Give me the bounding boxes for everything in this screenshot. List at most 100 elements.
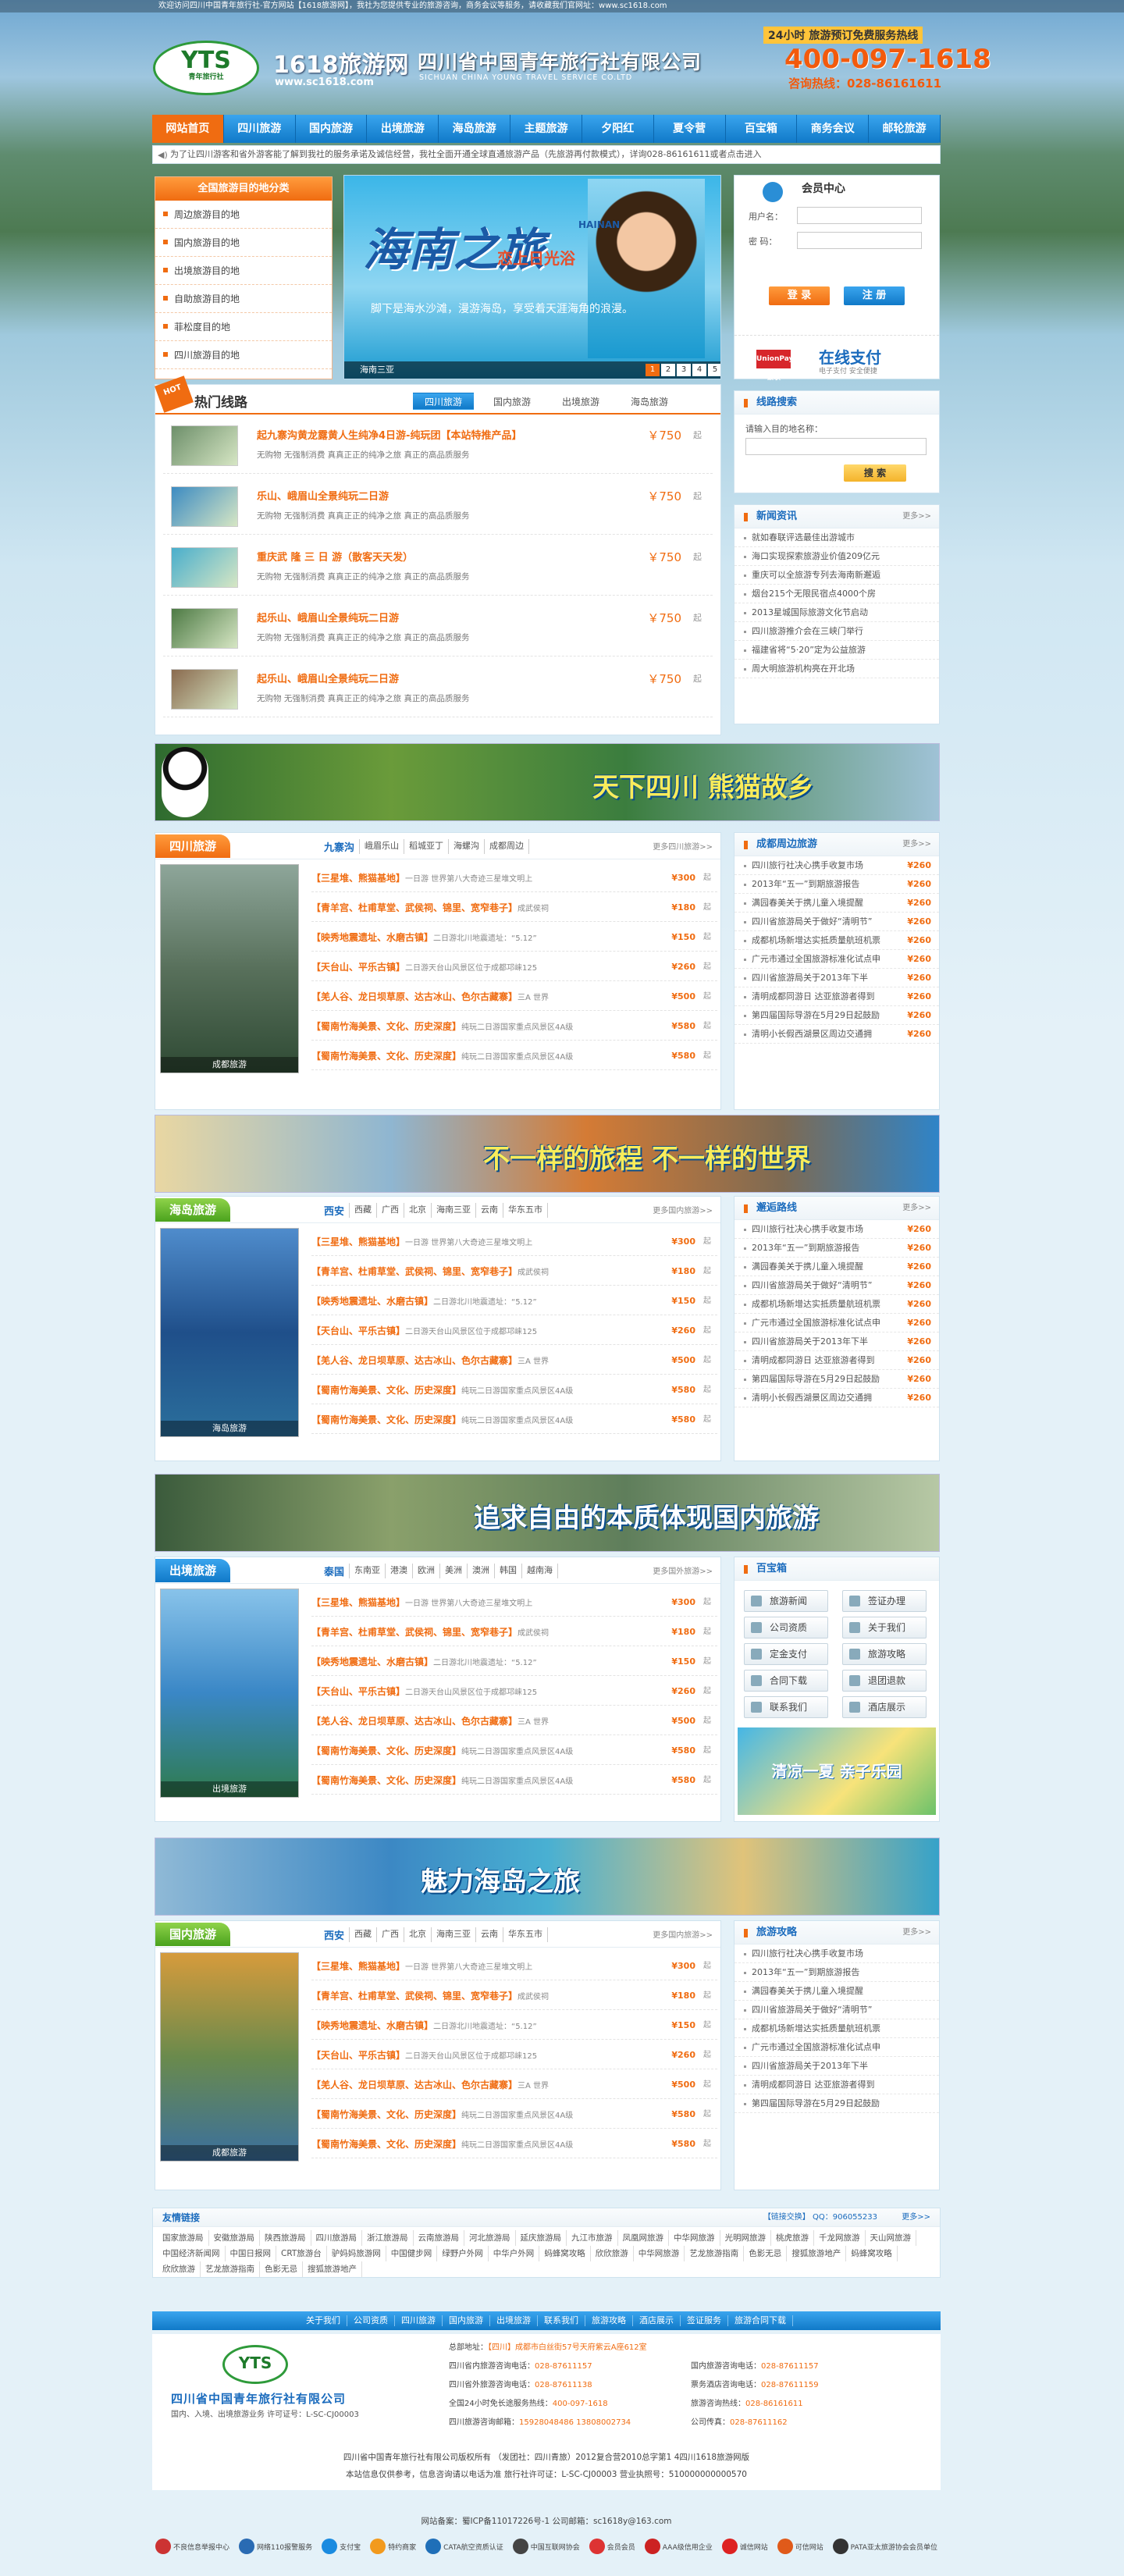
banner-island[interactable]: 魅力海岛之旅 xyxy=(155,1838,940,1916)
section-image[interactable]: 成都旅游 xyxy=(160,1952,299,2161)
side-item-text[interactable]: 广元市通过全国旅游标准化试点申 xyxy=(752,1318,880,1328)
city-link[interactable]: 云南 xyxy=(476,1927,504,1942)
friend-link[interactable]: 蚂蜂窝攻略 xyxy=(846,2246,898,2261)
route-title[interactable]: 【映秀地震遗址、水磨古镇】 xyxy=(311,932,433,943)
friend-link[interactable]: 浙江旅游局 xyxy=(362,2230,414,2246)
side-item-text[interactable]: 满园春美关于携儿童入境提醒 xyxy=(752,1261,863,1272)
side-more-link[interactable]: 更多>> xyxy=(902,833,931,856)
toolbox-button[interactable]: 酒店展示 xyxy=(842,1696,927,1718)
side-item[interactable]: 成都机场新增达实抵质量航班机票 ¥260 xyxy=(735,931,939,950)
city-link[interactable]: 澳洲 xyxy=(468,1564,496,1578)
side-item[interactable]: 四川旅行社决心携手收复市场 xyxy=(735,1944,939,1963)
nav-item[interactable]: 四川旅游 xyxy=(224,115,296,143)
side-item-text[interactable]: 四川省旅游局关于2013年下半 xyxy=(752,973,868,983)
route-title[interactable]: 【羌人谷、龙日坝草原、达古冰山、色尔古藏寨】 xyxy=(311,1355,518,1366)
friend-link[interactable]: 中华户外网 xyxy=(489,2246,540,2261)
route-title[interactable]: 重庆武 隆 三 日 游（散客天天发） xyxy=(257,549,413,564)
friend-link[interactable]: 色影无忌 xyxy=(260,2261,303,2277)
city-link[interactable]: 西藏 xyxy=(350,1927,378,1942)
side-item-text[interactable]: 四川省旅游局关于做好“清明节” xyxy=(752,1280,872,1290)
side-item-text[interactable]: 四川省旅游局关于2013年下半 xyxy=(752,2061,868,2071)
friend-link[interactable]: 河北旅游局 xyxy=(464,2230,516,2246)
route-title[interactable]: 【蜀南竹海美景、文化、历史深度】 xyxy=(311,1051,461,1062)
category-item[interactable]: 周边旅游目的地 xyxy=(155,201,332,229)
side-item[interactable]: 满园春美关于携儿童入境提醒 ¥260 xyxy=(735,894,939,913)
toolbox-button[interactable]: 签证办理 xyxy=(842,1590,927,1612)
city-link[interactable]: 成都周边 xyxy=(485,839,530,854)
city-link[interactable]: 九寨沟 xyxy=(319,839,361,854)
hot-tab[interactable]: 海岛旅游 xyxy=(619,393,680,410)
route-title[interactable]: 【羌人谷、龙日坝草原、达古冰山、色尔古藏寨】 xyxy=(311,2080,518,2090)
register-button[interactable]: 注 册 xyxy=(844,286,905,305)
friend-link[interactable]: 中国经济新闻网 xyxy=(158,2246,226,2261)
city-link[interactable]: 华东五市 xyxy=(503,1203,549,1218)
side-item[interactable]: 四川省旅游局关于2013年下半 ¥260 xyxy=(735,1332,939,1351)
route-title[interactable]: 【羌人谷、龙日坝草原、达古冰山、色尔古藏寨】 xyxy=(311,1716,518,1727)
side-item[interactable]: 清明成都同游日 达亚旅游者得到 ¥260 xyxy=(735,1351,939,1370)
friend-link[interactable]: 色影无忌 xyxy=(744,2246,788,2261)
city-link[interactable]: 稻城亚丁 xyxy=(404,839,450,854)
side-item[interactable]: 满园春美关于携儿童入境提醒 xyxy=(735,1982,939,2001)
side-item[interactable]: 四川旅行社决心携手收复市场 ¥260 xyxy=(735,856,939,875)
hot-route-item[interactable]: 起乐山、峨眉山全景纯玩二日游 无购物 无强制消费 真真正正的纯净之旅 真正的高品质… xyxy=(163,600,713,656)
side-item-text[interactable]: 第四届国际导游在5月29日起鼓励 xyxy=(752,1010,880,1020)
route-row[interactable]: 【天台山、平乐古镇】二日游天台山风景区位于成都邛崃125 ¥260 起 xyxy=(311,1317,717,1345)
online-pay[interactable]: UnionPay 银联 在线支付 电子支付 安全便捷 xyxy=(735,335,939,382)
friend-link[interactable]: 中国日报网 xyxy=(226,2246,276,2261)
city-link[interactable]: 美洲 xyxy=(440,1564,468,1578)
hot-route-item[interactable]: 重庆武 隆 三 日 游（散客天天发） 无购物 无强制消费 真真正正的纯净之旅 真正… xyxy=(163,539,713,596)
side-item[interactable]: 第四届国际导游在5月29日起鼓励 ¥260 xyxy=(735,1370,939,1389)
side-item[interactable]: 四川省旅游局关于做好“清明节” ¥260 xyxy=(735,1276,939,1295)
side-item[interactable]: 成都机场新增达实抵质量航班机票 ¥260 xyxy=(735,1295,939,1314)
route-row[interactable]: 【蜀南竹海美景、文化、历史深度】纯玩二日游国家重点风景区4A级 ¥580 起 xyxy=(311,2130,717,2158)
side-item[interactable]: 2013年“五一”到期旅游报告 ¥260 xyxy=(735,1239,939,1258)
route-title[interactable]: 起乐山、峨眉山全景纯玩二日游 xyxy=(257,671,399,685)
side-item-text[interactable]: 四川省旅游局关于2013年下半 xyxy=(752,1336,868,1347)
news-item[interactable]: 福建省将“5·20”定为公益旅游 xyxy=(735,641,939,660)
section-more-link[interactable]: 更多四川旅游>> xyxy=(653,840,713,852)
side-item[interactable]: 四川旅行社决心携手收复市场 ¥260 xyxy=(735,1220,939,1239)
side-item-text[interactable]: 成都机场新增达实抵质量航班机票 xyxy=(752,1299,880,1309)
side-item-text[interactable]: 2013年“五一”到期旅游报告 xyxy=(752,1967,859,1977)
route-row[interactable]: 【青羊宫、杜甫草堂、武侯祠、锦里、宽窄巷子】成武侯祠 ¥180 起 xyxy=(311,1982,717,2010)
footer-nav-link[interactable]: 签证服务 xyxy=(681,2315,728,2326)
category-item[interactable]: 出境旅游目的地 xyxy=(155,257,332,285)
route-row[interactable]: 【蜀南竹海美景、文化、历史深度】纯玩二日游国家重点风景区4A级 ¥580 起 xyxy=(311,1376,717,1404)
side-item-text[interactable]: 清明小长假西湖景区周边交通拥 xyxy=(752,1393,872,1403)
city-link[interactable]: 韩国 xyxy=(495,1564,523,1578)
section-image[interactable]: 成都旅游 xyxy=(160,864,299,1073)
trust-badge[interactable]: CATA航空资质认证 xyxy=(425,2539,503,2554)
friend-link[interactable]: 中华网旅游 xyxy=(634,2246,685,2261)
route-title[interactable]: 【羌人谷、龙日坝草原、达古冰山、色尔古藏寨】 xyxy=(311,991,518,1002)
route-title[interactable]: 【蜀南竹海美景、文化、历史深度】 xyxy=(311,1775,461,1786)
side-item-text[interactable]: 成都机场新增达实抵质量航班机票 xyxy=(752,2023,880,2033)
friend-link[interactable]: 欣欣旅游 xyxy=(158,2261,201,2277)
news-item[interactable]: 海口实现探索旅游业价值209亿元 xyxy=(735,547,939,566)
side-item[interactable]: 清明成都同游日 达亚旅游者得到 xyxy=(735,2076,939,2094)
toolbox-button[interactable]: 合同下载 xyxy=(744,1670,828,1692)
route-title[interactable]: 【天台山、平乐古镇】 xyxy=(311,2050,405,2061)
trust-badge[interactable]: AAA级信用企业 xyxy=(644,2539,713,2554)
nav-item[interactable]: 夕阳红 xyxy=(582,115,654,143)
side-item-text[interactable]: 清明成都同游日 达亚旅游者得到 xyxy=(752,991,875,1002)
nav-item[interactable]: 商务会议 xyxy=(797,115,870,143)
toolbox-button[interactable]: 退团退款 xyxy=(842,1670,927,1692)
hero-slider[interactable]: 海南之旅 HAINAN 恋上日光浴 脚下是海水沙滩，漫游海岛，享受着天涯海角的浪… xyxy=(343,175,721,379)
news-item[interactable]: 2013星城国际旅游文化节启动 xyxy=(735,603,939,622)
toolbox-button[interactable]: 联系我们 xyxy=(744,1696,828,1718)
route-row[interactable]: 【天台山、平乐古镇】二日游天台山风景区位于成都邛崃125 ¥260 起 xyxy=(311,1678,717,1706)
friend-link[interactable]: 国家旅游局 xyxy=(158,2230,209,2246)
route-row[interactable]: 【青羊宫、杜甫草堂、武侯祠、锦里、宽窄巷子】成武侯祠 ¥180 起 xyxy=(311,1258,717,1286)
side-item-text[interactable]: 满园春美关于携儿童入境提醒 xyxy=(752,1986,863,1996)
nav-item[interactable]: 百宝箱 xyxy=(726,115,798,143)
slider-dot[interactable]: 3 xyxy=(677,364,691,376)
slider-dot[interactable]: 2 xyxy=(661,364,675,376)
slider-dot[interactable]: 4 xyxy=(692,364,706,376)
route-title[interactable]: 【天台山、平乐古镇】 xyxy=(311,1325,405,1336)
search-input[interactable] xyxy=(745,438,927,455)
route-title[interactable]: 【青羊宫、杜甫草堂、武侯祠、锦里、宽窄巷子】 xyxy=(311,1991,518,2001)
friend-link[interactable]: 驴妈妈旅游网 xyxy=(327,2246,386,2261)
route-row[interactable]: 【天台山、平乐古镇】二日游天台山风景区位于成都邛崃125 ¥260 起 xyxy=(311,953,717,981)
hot-route-item[interactable]: 起乐山、峨眉山全景纯玩二日游 无购物 无强制消费 真真正正的纯净之旅 真正的高品质… xyxy=(163,661,713,717)
site-logo[interactable]: YTS 青年旅行社 xyxy=(153,41,259,95)
